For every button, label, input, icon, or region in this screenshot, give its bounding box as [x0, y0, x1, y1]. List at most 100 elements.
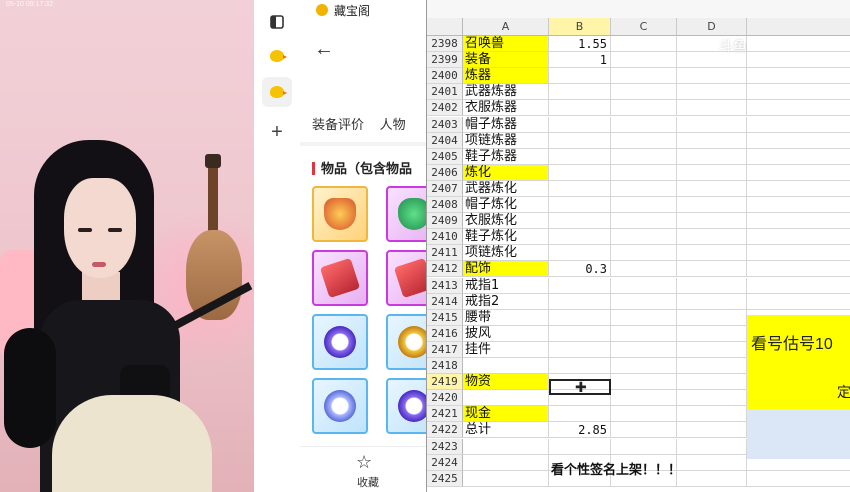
- cell-e[interactable]: [747, 68, 850, 85]
- row-number[interactable]: 2402: [427, 100, 463, 117]
- column-header-a[interactable]: A: [463, 18, 549, 36]
- cell-e[interactable]: [747, 278, 850, 294]
- row-number[interactable]: 2407: [427, 180, 463, 197]
- row-number[interactable]: 2414: [427, 293, 463, 310]
- cell-e[interactable]: [747, 213, 850, 230]
- cell-c[interactable]: [611, 390, 677, 407]
- cell-d[interactable]: [677, 164, 747, 181]
- cell-a[interactable]: [463, 438, 549, 455]
- row-number[interactable]: 2403: [427, 116, 463, 133]
- cell-e[interactable]: [747, 165, 850, 181]
- cell-d[interactable]: [677, 100, 747, 117]
- row-number[interactable]: 2400: [427, 68, 463, 85]
- cell-c[interactable]: [611, 422, 677, 439]
- row-number[interactable]: 2421: [427, 406, 463, 423]
- active-cell-cursor[interactable]: ✚: [549, 379, 611, 395]
- cell-d[interactable]: [677, 116, 747, 133]
- item-book-2[interactable]: [386, 250, 426, 306]
- row-number[interactable]: 2413: [427, 277, 463, 294]
- cell-b[interactable]: [549, 438, 611, 455]
- cell-d[interactable]: [677, 390, 747, 407]
- row-number[interactable]: 2412: [427, 261, 463, 278]
- row-number[interactable]: 2424: [427, 454, 463, 471]
- cell-a[interactable]: 武器炼器: [463, 84, 549, 101]
- cell-b[interactable]: [549, 132, 611, 149]
- cell-d[interactable]: [677, 197, 747, 214]
- cell-e[interactable]: [747, 52, 850, 69]
- cell-a[interactable]: 挂件: [463, 341, 549, 358]
- cell-e[interactable]: [747, 117, 850, 133]
- cell-e[interactable]: [747, 294, 850, 310]
- cell-a[interactable]: 披风: [463, 325, 549, 342]
- cell-e[interactable]: [747, 36, 850, 53]
- cell-c[interactable]: [611, 164, 677, 181]
- cell-c[interactable]: [611, 325, 677, 342]
- cell-e[interactable]: [747, 197, 850, 214]
- cell-d[interactable]: [677, 454, 747, 471]
- cell-d[interactable]: [677, 84, 747, 101]
- cell-b[interactable]: [549, 325, 611, 342]
- cell-d[interactable]: [677, 406, 747, 423]
- item-ring-4[interactable]: [386, 378, 426, 434]
- cell-a[interactable]: 鞋子炼化: [463, 229, 549, 246]
- cell-d[interactable]: [677, 293, 747, 310]
- cell-a[interactable]: 衣服炼化: [463, 213, 549, 230]
- item-green-hood[interactable]: [386, 186, 426, 242]
- cell-d[interactable]: [677, 245, 747, 262]
- cell-c[interactable]: [611, 213, 677, 230]
- cell-a[interactable]: [463, 390, 549, 407]
- row-number[interactable]: 2408: [427, 197, 463, 214]
- cell-b[interactable]: [549, 197, 611, 214]
- cell-b[interactable]: 2.85: [549, 422, 611, 439]
- cell-b[interactable]: [549, 229, 611, 246]
- cell-b[interactable]: [549, 68, 611, 85]
- cell-e[interactable]: [747, 149, 850, 165]
- cell-c[interactable]: [611, 197, 677, 214]
- row-number[interactable]: 2401: [427, 84, 463, 101]
- row-number[interactable]: 2409: [427, 213, 463, 230]
- cell-e[interactable]: [747, 471, 850, 487]
- cell-b[interactable]: [549, 164, 611, 181]
- row-number[interactable]: 2419: [427, 374, 463, 391]
- cell-a[interactable]: 现金: [463, 406, 549, 423]
- item-ring-3[interactable]: [312, 378, 368, 434]
- row-number[interactable]: 2410: [427, 229, 463, 246]
- cell-d[interactable]: [677, 358, 747, 375]
- cell-a[interactable]: 帽子炼化: [463, 197, 549, 214]
- cell-c[interactable]: [611, 245, 677, 262]
- cell-b[interactable]: [549, 180, 611, 197]
- cell-a[interactable]: 帽子炼器: [463, 116, 549, 133]
- cell-a[interactable]: [463, 454, 549, 471]
- sidebar-app-chick-2[interactable]: [262, 77, 292, 107]
- cell-b[interactable]: [549, 277, 611, 294]
- cell-c[interactable]: [611, 180, 677, 197]
- cell-b[interactable]: [549, 116, 611, 133]
- row-number[interactable]: 2404: [427, 132, 463, 149]
- row-number[interactable]: 2416: [427, 325, 463, 342]
- cell-a[interactable]: 装备: [463, 52, 549, 69]
- cell-b[interactable]: [549, 245, 611, 262]
- row-number[interactable]: 2399: [427, 52, 463, 69]
- cell-c[interactable]: [611, 261, 677, 278]
- cell-c[interactable]: [611, 100, 677, 117]
- row-number[interactable]: 2405: [427, 148, 463, 165]
- cell-a[interactable]: 腰带: [463, 309, 549, 326]
- row-number[interactable]: 2411: [427, 245, 463, 262]
- cell-a[interactable]: 总计: [463, 422, 549, 439]
- cell-d[interactable]: [677, 68, 747, 85]
- cell-a[interactable]: 配饰: [463, 261, 549, 278]
- cell-d[interactable]: [677, 261, 747, 278]
- cell-b[interactable]: [549, 148, 611, 165]
- cell-c[interactable]: [611, 84, 677, 101]
- tab-character[interactable]: 人物: [380, 117, 406, 132]
- row-number[interactable]: 2420: [427, 390, 463, 407]
- cell-d[interactable]: [677, 213, 747, 230]
- cell-d[interactable]: [677, 229, 747, 246]
- cell-b[interactable]: [549, 293, 611, 310]
- cell-c[interactable]: [611, 229, 677, 246]
- cell-c[interactable]: [611, 277, 677, 294]
- cell-c[interactable]: [611, 374, 677, 391]
- cell-e[interactable]: [747, 245, 850, 262]
- cell-c[interactable]: [611, 52, 677, 69]
- cell-a[interactable]: 项链炼器: [463, 132, 549, 149]
